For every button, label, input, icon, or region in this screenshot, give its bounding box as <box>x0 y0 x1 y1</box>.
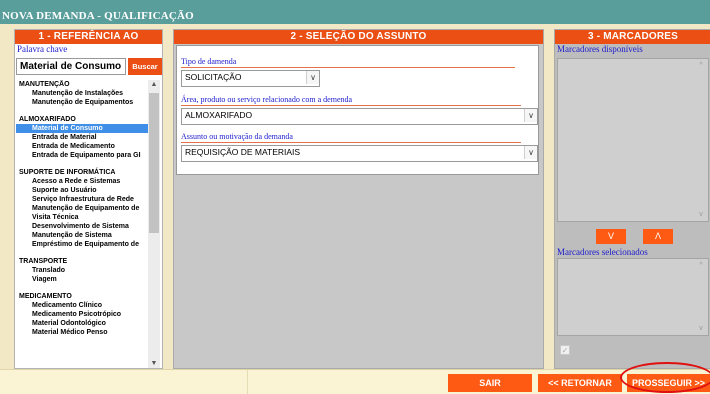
subject-tree: MANUTENÇÃO Manutenção de Instalações Manut… <box>16 80 148 368</box>
scroll-up-arrow-icon[interactable]: ^ <box>695 62 707 69</box>
tree-item[interactable]: Manutenção de Instalações <box>16 89 148 98</box>
tree-category[interactable]: SUPORTE DE INFORMÁTICA <box>16 168 148 177</box>
footer-divider <box>247 370 248 394</box>
available-markers-label: Marcadores disponíveis <box>557 44 643 54</box>
demand-type-label: Tipo de damenda <box>181 57 237 66</box>
tree-item[interactable]: Suporte ao Usuário <box>16 186 148 195</box>
scroll-up-arrow-icon[interactable]: ▲ <box>148 81 160 88</box>
tree-item[interactable]: Medicamento Clínico <box>16 301 148 310</box>
subject-form: Tipo de damenda SOLICITAÇÃO ∨ Área, prod… <box>176 45 539 175</box>
selected-markers-list[interactable]: ^ v <box>557 258 709 336</box>
scroll-down-arrow-icon[interactable]: v <box>695 211 707 218</box>
chevron-down-icon[interactable]: ∨ <box>524 109 537 122</box>
move-down-button[interactable]: V <box>596 229 626 244</box>
back-button[interactable]: << RETORNAR <box>538 374 622 392</box>
scroll-down-arrow-icon[interactable]: ▼ <box>148 360 160 367</box>
area-label: Área, produto ou serviço relacionado com… <box>181 95 353 104</box>
tree-category[interactable]: MANUTENÇÃO <box>16 80 148 89</box>
tree-category[interactable]: TRANSPORTE <box>16 257 148 266</box>
tree-item[interactable]: Material de Consumo <box>16 124 148 133</box>
search-button[interactable]: Buscar <box>128 58 162 75</box>
tree-item[interactable]: Visita Técnica <box>16 213 148 222</box>
subject-value: REQUISIÇÃO DE MATERIAIS <box>185 147 301 157</box>
tree-category[interactable]: MEDICAMENTO <box>16 292 148 301</box>
tree-item[interactable]: Entrada de Material <box>16 133 148 142</box>
tree-item[interactable]: Acesso a Rede e Sistemas <box>16 177 148 186</box>
demand-type-value: SOLICITAÇÃO <box>185 72 242 82</box>
checkbox-icon[interactable]: ✓ <box>560 345 570 355</box>
tree-scroll-thumb[interactable] <box>149 93 159 233</box>
scroll-up-arrow-icon[interactable]: ^ <box>695 262 707 269</box>
tree-item[interactable]: Medicamento Psicotrópico <box>16 310 148 319</box>
tree-item[interactable]: Manutenção de Equipamento de <box>16 204 148 213</box>
tree-item[interactable]: Entrada de Medicamento <box>16 142 148 151</box>
subject-label: Assunto ou motivação da demanda <box>181 132 293 141</box>
divider <box>181 142 521 143</box>
reference-panel-header: 1 - REFERÊNCIA AO ASSUNTO <box>15 30 162 56</box>
tree-item[interactable]: Viagem <box>16 275 148 284</box>
divider <box>181 67 515 68</box>
chevron-down-icon[interactable]: ∨ <box>524 146 537 159</box>
scroll-down-arrow-icon[interactable]: v <box>695 325 707 332</box>
highlight-annotation <box>620 362 710 393</box>
selected-markers-label: Marcadores selecionados <box>557 247 648 257</box>
available-markers-list[interactable]: ^ v <box>557 58 709 222</box>
chevron-down-icon[interactable]: ∨ <box>306 71 319 84</box>
markers-panel-header: 3 - MARCADORES <box>555 30 710 44</box>
tree-item[interactable]: Entrada de Equipamento para GI <box>16 151 148 160</box>
keyword-input[interactable]: Material de Consumo <box>16 58 126 75</box>
area-value: ALMOXARIFADO <box>185 110 253 120</box>
tree-item[interactable]: Material Médico Penso <box>16 328 148 337</box>
move-up-button[interactable]: Λ <box>643 229 673 244</box>
tree-category[interactable]: ALMOXARIFADO <box>16 115 148 124</box>
demand-type-select[interactable]: SOLICITAÇÃO ∨ <box>181 70 320 87</box>
tree-item[interactable]: Material Odontológico <box>16 319 148 328</box>
tree-item[interactable]: Desenvolvimento de Sistema <box>16 222 148 231</box>
tree-item[interactable]: Translado <box>16 266 148 275</box>
tree-item[interactable]: Manutenção de Sistema <box>16 231 148 240</box>
window-title: NOVA DEMANDA - QUALIFICAÇÃO <box>2 10 194 22</box>
subject-selection-header: 2 - SELEÇÃO DO ASSUNTO <box>174 30 543 44</box>
exit-button[interactable]: SAIR <box>448 374 532 392</box>
tree-item[interactable]: Manutenção de Equipamentos <box>16 98 148 107</box>
divider <box>181 105 521 106</box>
area-select[interactable]: ALMOXARIFADO ∨ <box>181 108 538 125</box>
subject-select[interactable]: REQUISIÇÃO DE MATERIAIS ∨ <box>181 145 538 162</box>
tree-item[interactable]: Serviço Infraestrutura de Rede <box>16 195 148 204</box>
tree-item[interactable]: Empréstimo de Equipamento de <box>16 240 148 249</box>
